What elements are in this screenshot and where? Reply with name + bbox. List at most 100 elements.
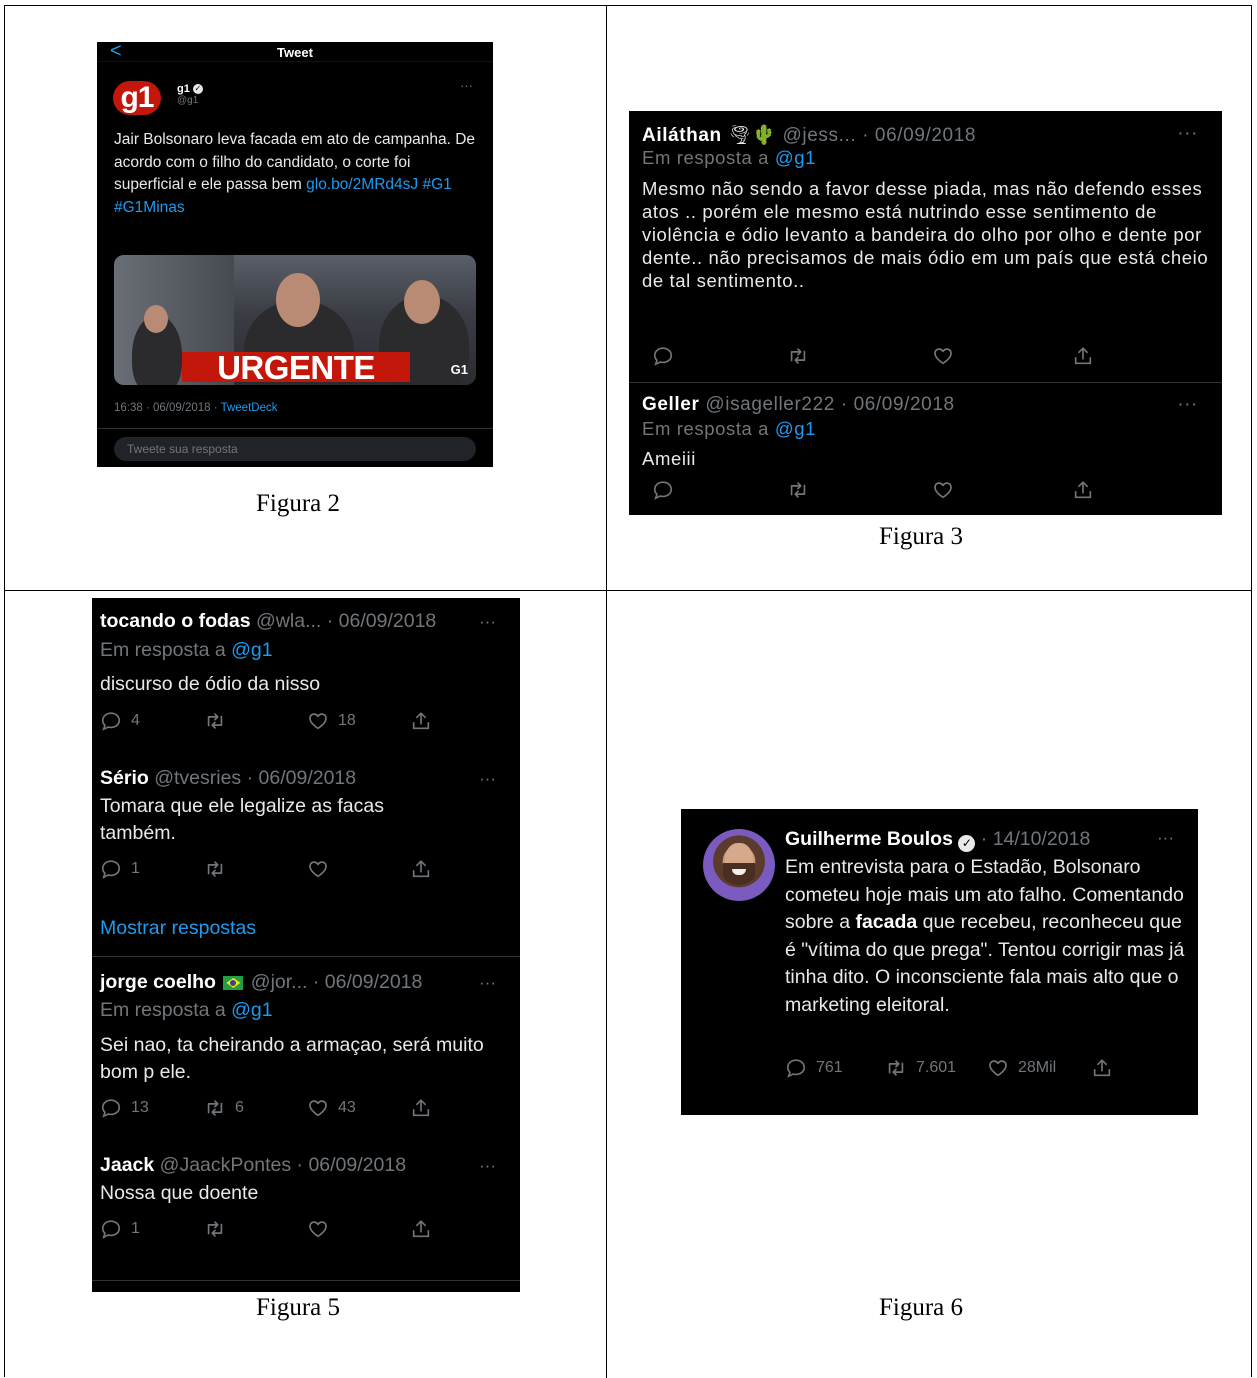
share-icon <box>410 1218 432 1240</box>
like-button[interactable] <box>307 1216 329 1242</box>
like-button[interactable] <box>932 343 954 369</box>
tweet-date: · 06/09/2018 <box>241 767 357 789</box>
share-icon <box>1091 1057 1113 1079</box>
speech-bubble-icon <box>785 1057 807 1079</box>
tweet-text: discurso de ódio da nisso <box>100 673 321 695</box>
tweet-text: Tomara que ele legalize as facas também. <box>100 795 384 844</box>
retweet-button[interactable]: 6 <box>204 1095 244 1121</box>
like-count: 28Mil <box>1018 1059 1057 1076</box>
author-handle[interactable]: @JaackPontes <box>160 1154 291 1176</box>
more-icon[interactable]: ··· <box>479 612 496 632</box>
divider <box>92 1280 520 1281</box>
figure-2-tweet-screenshot: < Tweet g1 g1 ✓ @g1 ··· Jair Bolsonaro l… <box>97 42 493 467</box>
like-button[interactable]: 28Mil <box>987 1055 1056 1081</box>
retweet-button[interactable] <box>204 708 226 734</box>
more-icon[interactable]: ··· <box>479 1156 496 1176</box>
heart-icon <box>307 1097 329 1119</box>
like-button[interactable]: 18 <box>307 708 356 734</box>
verified-badge-icon: ✓ <box>958 835 976 852</box>
share-button[interactable] <box>1091 1055 1113 1081</box>
reply-input[interactable]: Tweete sua resposta <box>114 437 476 461</box>
author-name[interactable]: Ailáthan <box>642 125 722 146</box>
reply-context: Em resposta a @g1 <box>642 147 1212 169</box>
author-name[interactable]: Sério <box>100 767 149 789</box>
author-handle[interactable]: @g1 <box>177 95 198 106</box>
reply-context-mention[interactable]: @g1 <box>775 147 816 168</box>
share-button[interactable] <box>410 856 432 882</box>
reply-context-prefix: Em resposta a <box>642 418 775 439</box>
brazil-flag-icon <box>223 975 244 990</box>
share-button[interactable] <box>410 1216 432 1242</box>
photo-person-head <box>404 280 440 324</box>
avatar[interactable] <box>703 829 775 901</box>
reply-button[interactable]: 13 <box>100 1095 149 1121</box>
more-icon[interactable]: ··· <box>1177 123 1198 145</box>
more-icon[interactable]: ··· <box>479 769 496 789</box>
tweet-date: · 06/09/2018 <box>307 971 423 993</box>
author-name[interactable]: Jaack <box>100 1154 154 1176</box>
share-button[interactable] <box>1072 477 1094 503</box>
tweet-actions: 1 <box>100 856 440 882</box>
like-count: 18 <box>338 712 356 729</box>
heart-icon <box>987 1057 1009 1079</box>
author-name[interactable]: Geller <box>642 394 699 415</box>
reply-context-mention[interactable]: @g1 <box>231 999 273 1021</box>
like-button[interactable] <box>307 856 329 882</box>
share-icon <box>1072 479 1094 501</box>
retweet-button[interactable] <box>787 343 809 369</box>
reply-context-prefix: Em resposta a <box>642 147 775 168</box>
author-name[interactable]: jorge coelho <box>100 971 216 993</box>
share-icon <box>1072 345 1094 367</box>
heart-icon <box>307 710 329 732</box>
reply-button[interactable]: 4 <box>100 708 140 734</box>
tweet-actions: 761 7.601 28Mil <box>785 1055 1125 1081</box>
figure-6-tweet-screenshot: Guilherme Boulos ✓ · 14/10/2018 ··· Em e… <box>681 809 1198 1115</box>
tweet-photo[interactable]: URGENTE G1 <box>114 255 476 385</box>
more-icon[interactable]: ··· <box>460 78 473 93</box>
reply-button[interactable]: 1 <box>100 1216 140 1242</box>
author-name[interactable]: tocando o fodas <box>100 610 251 632</box>
retweet-button[interactable] <box>787 477 809 503</box>
retweet-icon <box>204 1097 226 1119</box>
caption-figura-3: Figura 3 <box>879 523 964 550</box>
show-replies-link[interactable]: Mostrar respostas <box>100 917 256 940</box>
author-handle[interactable]: @jess... <box>783 125 857 146</box>
like-button[interactable] <box>932 477 954 503</box>
more-icon[interactable]: ··· <box>1157 828 1174 848</box>
tweet-header: Sério @tvesries · 06/09/2018 <box>100 767 356 790</box>
author-name[interactable]: g1 ✓ <box>177 83 203 95</box>
reply-context-mention[interactable]: @g1 <box>231 639 273 661</box>
more-icon[interactable]: ··· <box>479 973 496 993</box>
reply-button[interactable] <box>652 477 674 503</box>
share-button[interactable] <box>410 708 432 734</box>
caption-figura-2: Figura 2 <box>256 490 341 517</box>
share-button[interactable] <box>410 1095 432 1121</box>
retweet-button[interactable]: 7.601 <box>885 1055 956 1081</box>
author-handle[interactable]: @jor... <box>251 971 308 993</box>
reply-context-mention[interactable]: @g1 <box>775 418 816 439</box>
reply-button[interactable] <box>652 343 674 369</box>
tweet-actions: 13 6 43 <box>100 1095 440 1121</box>
author-handle[interactable]: @isageller222 <box>705 394 835 415</box>
author-handle[interactable]: @wla... <box>256 610 321 632</box>
tweet-header: Geller @isageller222 · 06/09/2018 <box>642 394 1212 416</box>
reply-count: 1 <box>131 860 140 877</box>
author-name[interactable]: Guilherme Boulos <box>785 828 953 850</box>
reply-context: Em resposta a @g1 <box>100 639 273 662</box>
verified-badge-icon: ✓ <box>192 84 203 95</box>
share-button[interactable] <box>1072 343 1094 369</box>
share-icon <box>410 1097 432 1119</box>
share-icon <box>410 858 432 880</box>
more-icon[interactable]: ··· <box>1177 394 1198 416</box>
g1-logo-avatar[interactable]: g1 <box>113 81 161 115</box>
heart-icon <box>932 479 954 501</box>
tweet-source-link[interactable]: TweetDeck <box>221 402 278 414</box>
reply-button[interactable]: 1 <box>100 856 140 882</box>
retweet-button[interactable] <box>204 1216 226 1242</box>
tweet-timestamp: 16:38 · 06/09/2018 · <box>114 402 221 414</box>
like-button[interactable]: 43 <box>307 1095 356 1121</box>
tweet-text: Jair Bolsonaro leva facada em ato de cam… <box>114 129 484 219</box>
author-handle[interactable]: @tvesries <box>154 767 241 789</box>
reply-button[interactable]: 761 <box>785 1055 843 1081</box>
retweet-button[interactable] <box>204 856 226 882</box>
